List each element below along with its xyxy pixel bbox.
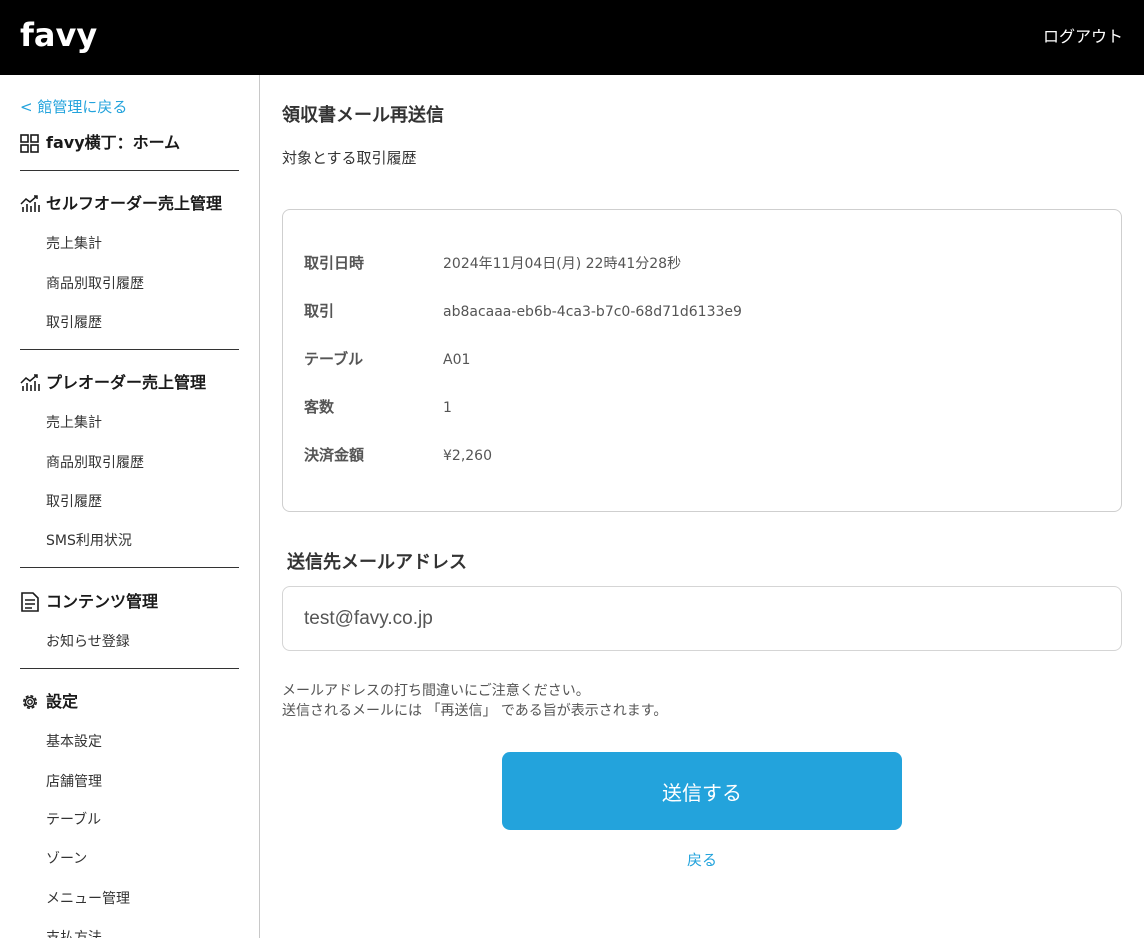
favy-logo[interactable]: favy bbox=[20, 18, 100, 56]
transaction-table-value: A01 bbox=[443, 352, 471, 368]
email-note-line2: 送信されるメールには 「再送信」 である旨が表示されます。 bbox=[282, 703, 668, 719]
sidebar-divider bbox=[20, 349, 239, 350]
sidebar-item-menu-management[interactable]: メニュー管理 bbox=[46, 889, 130, 909]
document-icon bbox=[21, 592, 39, 612]
transaction-card: 取引日時 2024年11月04日(月) 22時41分28秒 取引 ab8acaa… bbox=[282, 209, 1122, 512]
sidebar-divider bbox=[20, 170, 239, 171]
sidebar-section-pre-order: プレオーダー売上管理 bbox=[20, 372, 206, 394]
grid-icon bbox=[20, 133, 39, 153]
back-button[interactable]: 戻る bbox=[502, 850, 902, 870]
gear-icon bbox=[23, 695, 37, 709]
logout-button[interactable]: ログアウト bbox=[1043, 27, 1123, 47]
sidebar-section-content: コンテンツ管理 bbox=[20, 591, 158, 613]
chart-icon bbox=[20, 195, 40, 212]
transaction-amount-label: 決済金額 bbox=[304, 446, 365, 464]
sidebar-item-pre-transaction-history[interactable]: 取引履歴 bbox=[46, 492, 102, 512]
sidebar-section-settings: 設定 bbox=[20, 691, 78, 713]
transaction-table-label: テーブル bbox=[304, 350, 364, 368]
main-content: 領収書メール再送信 対象とする取引履歴 取引日時 2024年11月04日(月) … bbox=[261, 75, 1144, 938]
sidebar-item-store-management[interactable]: 店舗管理 bbox=[46, 772, 102, 792]
transaction-amount-value: ¥2,260 bbox=[443, 448, 492, 464]
sidebar-item-pre-product-history[interactable]: 商品別取引履歴 bbox=[46, 453, 144, 473]
chart-icon bbox=[20, 374, 40, 391]
transaction-datetime-label: 取引日時 bbox=[304, 254, 365, 272]
back-to-building-link[interactable]: < 館管理に戻る bbox=[20, 97, 127, 117]
send-button[interactable]: 送信する bbox=[502, 752, 902, 830]
sidebar-divider bbox=[20, 668, 239, 669]
transaction-guests-label: 客数 bbox=[304, 398, 335, 416]
sidebar-home-label: favy横丁：ホーム bbox=[46, 133, 181, 152]
sidebar-item-news-registration[interactable]: お知らせ登録 bbox=[46, 632, 130, 652]
sidebar-item-self-transaction-history[interactable]: 取引履歴 bbox=[46, 313, 102, 333]
sidebar: < 館管理に戻る favy横丁：ホーム セルフオーダー売上管理 売上集計 商品別… bbox=[0, 75, 260, 938]
email-field[interactable] bbox=[282, 586, 1122, 651]
email-field-label: 送信先メールアドレス bbox=[287, 552, 467, 573]
sidebar-section-title: 設定 bbox=[46, 692, 79, 711]
page-title: 領収書メール再送信 bbox=[282, 105, 444, 126]
transaction-guests-value: 1 bbox=[443, 400, 452, 416]
sidebar-item-payment-method[interactable]: 支払方法 bbox=[46, 928, 102, 938]
sidebar-section-title: セルフオーダー売上管理 bbox=[46, 194, 223, 213]
sidebar-section-title: プレオーダー売上管理 bbox=[46, 373, 207, 392]
sidebar-home-link[interactable]: favy横丁：ホーム bbox=[20, 132, 180, 154]
email-note-line1: メールアドレスの打ち間違いにご注意ください。 bbox=[282, 683, 590, 699]
transaction-datetime-value: 2024年11月04日(月) 22時41分28秒 bbox=[443, 256, 682, 272]
section-subtitle: 対象とする取引履歴 bbox=[282, 149, 417, 167]
sidebar-divider bbox=[20, 567, 239, 568]
sidebar-section-self-order: セルフオーダー売上管理 bbox=[20, 193, 222, 215]
sidebar-item-table[interactable]: テーブル bbox=[46, 810, 101, 830]
sidebar-item-self-product-history[interactable]: 商品別取引履歴 bbox=[46, 274, 144, 294]
sidebar-item-self-sales-summary[interactable]: 売上集計 bbox=[46, 234, 102, 254]
top-header: favy ログアウト bbox=[0, 0, 1144, 75]
sidebar-item-sms-usage[interactable]: SMS利用状況 bbox=[46, 531, 132, 551]
transaction-id-value: ab8acaaa-eb6b-4ca3-b7c0-68d71d6133e9 bbox=[443, 304, 742, 320]
sidebar-section-title: コンテンツ管理 bbox=[46, 592, 159, 611]
sidebar-item-pre-sales-summary[interactable]: 売上集計 bbox=[46, 413, 102, 433]
sidebar-item-zone[interactable]: ゾーン bbox=[46, 849, 87, 869]
svg-text:favy: favy bbox=[20, 18, 97, 54]
sidebar-item-basic-settings[interactable]: 基本設定 bbox=[46, 732, 102, 752]
transaction-id-label: 取引 bbox=[304, 302, 335, 320]
